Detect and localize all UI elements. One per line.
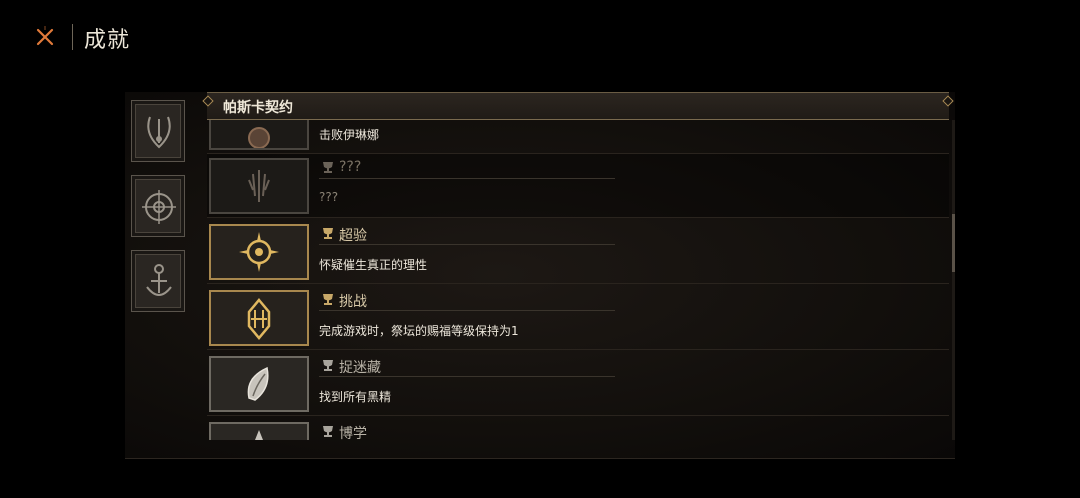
page-title: 成就 xyxy=(84,28,131,53)
achievement-desc: 完成游戏时，祭坛的赐福等级保持为1 xyxy=(319,324,519,338)
category-title: 帕斯卡契约 xyxy=(223,100,293,116)
achievement-row[interactable]: 博学 xyxy=(207,418,949,440)
panel-divider xyxy=(125,458,955,459)
close-button[interactable] xyxy=(28,20,62,54)
trophy-icon xyxy=(323,228,333,239)
row-divider xyxy=(207,349,949,350)
header-divider xyxy=(72,24,73,50)
achievement-thumb xyxy=(209,422,309,440)
trophy-icon xyxy=(323,162,333,173)
achievement-desc: 找到所有黑精 xyxy=(319,390,392,404)
priest-head-icon xyxy=(248,127,270,148)
category-tab-1[interactable] xyxy=(131,100,185,162)
crosshair-sun-icon xyxy=(239,232,279,272)
achievement-name-row: ??? xyxy=(319,158,615,179)
claw-sigil-icon xyxy=(248,170,270,202)
achievement-name: ??? xyxy=(339,159,362,175)
row-divider xyxy=(207,217,949,218)
category-tab-3[interactable] xyxy=(131,250,185,312)
achievement-name: 博学 xyxy=(339,426,367,440)
close-icon xyxy=(36,26,54,46)
scrollbar-thumb[interactable] xyxy=(952,214,955,272)
achievement-row[interactable]: ??? ??? xyxy=(207,154,949,218)
achievement-row[interactable]: 捉迷藏 找到所有黑精 xyxy=(207,352,949,416)
trophy-icon xyxy=(323,426,333,437)
achievement-row[interactable]: 击败伊琳娜 xyxy=(207,120,949,154)
row-divider xyxy=(207,283,949,284)
achievement-name-row: 超验 xyxy=(319,224,615,245)
wheel-sigil-icon xyxy=(142,190,176,224)
tower-icon xyxy=(255,430,263,440)
crescent-sigil-icon xyxy=(147,116,171,149)
achievement-desc: 怀疑催生真正的理性 xyxy=(319,258,428,272)
leaf-stone-icon xyxy=(247,366,269,401)
achievement-name: 挑战 xyxy=(339,294,367,310)
achievement-thumb xyxy=(209,120,309,150)
achievement-name: 超验 xyxy=(339,228,367,244)
ornate-emblem-icon xyxy=(247,298,271,340)
achievement-thumb xyxy=(209,356,309,412)
category-header: 帕斯卡契约 xyxy=(207,92,949,120)
achievement-row[interactable]: 超验 怀疑催生真正的理性 xyxy=(207,220,949,284)
header-bar: 成就 xyxy=(0,0,1080,80)
trophy-icon xyxy=(323,360,333,371)
anchor-sigil-icon xyxy=(146,264,172,296)
achievement-thumb xyxy=(209,224,309,280)
achievement-name-row: 捉迷藏 xyxy=(319,356,615,377)
row-divider xyxy=(207,415,949,416)
achievement-name-row: 博学 xyxy=(319,422,615,440)
achievement-thumb xyxy=(209,290,309,346)
scrollbar-track[interactable] xyxy=(952,120,955,440)
achievement-row[interactable]: 挑战 完成游戏时，祭坛的赐福等级保持为1 xyxy=(207,286,949,350)
achievement-desc: ??? xyxy=(319,190,339,204)
category-tab-2[interactable] xyxy=(131,175,185,237)
achievement-name: 捉迷藏 xyxy=(339,360,381,376)
achievement-desc: 击败伊琳娜 xyxy=(319,128,380,142)
achievement-thumb xyxy=(209,158,309,214)
achievement-list[interactable]: 击败伊琳娜 ??? ??? 超验 怀疑催生真正的理性 挑战 完成游戏时，祭坛的赐… xyxy=(207,120,949,440)
achievement-name-row: 挑战 xyxy=(319,290,615,311)
trophy-icon xyxy=(323,294,333,305)
